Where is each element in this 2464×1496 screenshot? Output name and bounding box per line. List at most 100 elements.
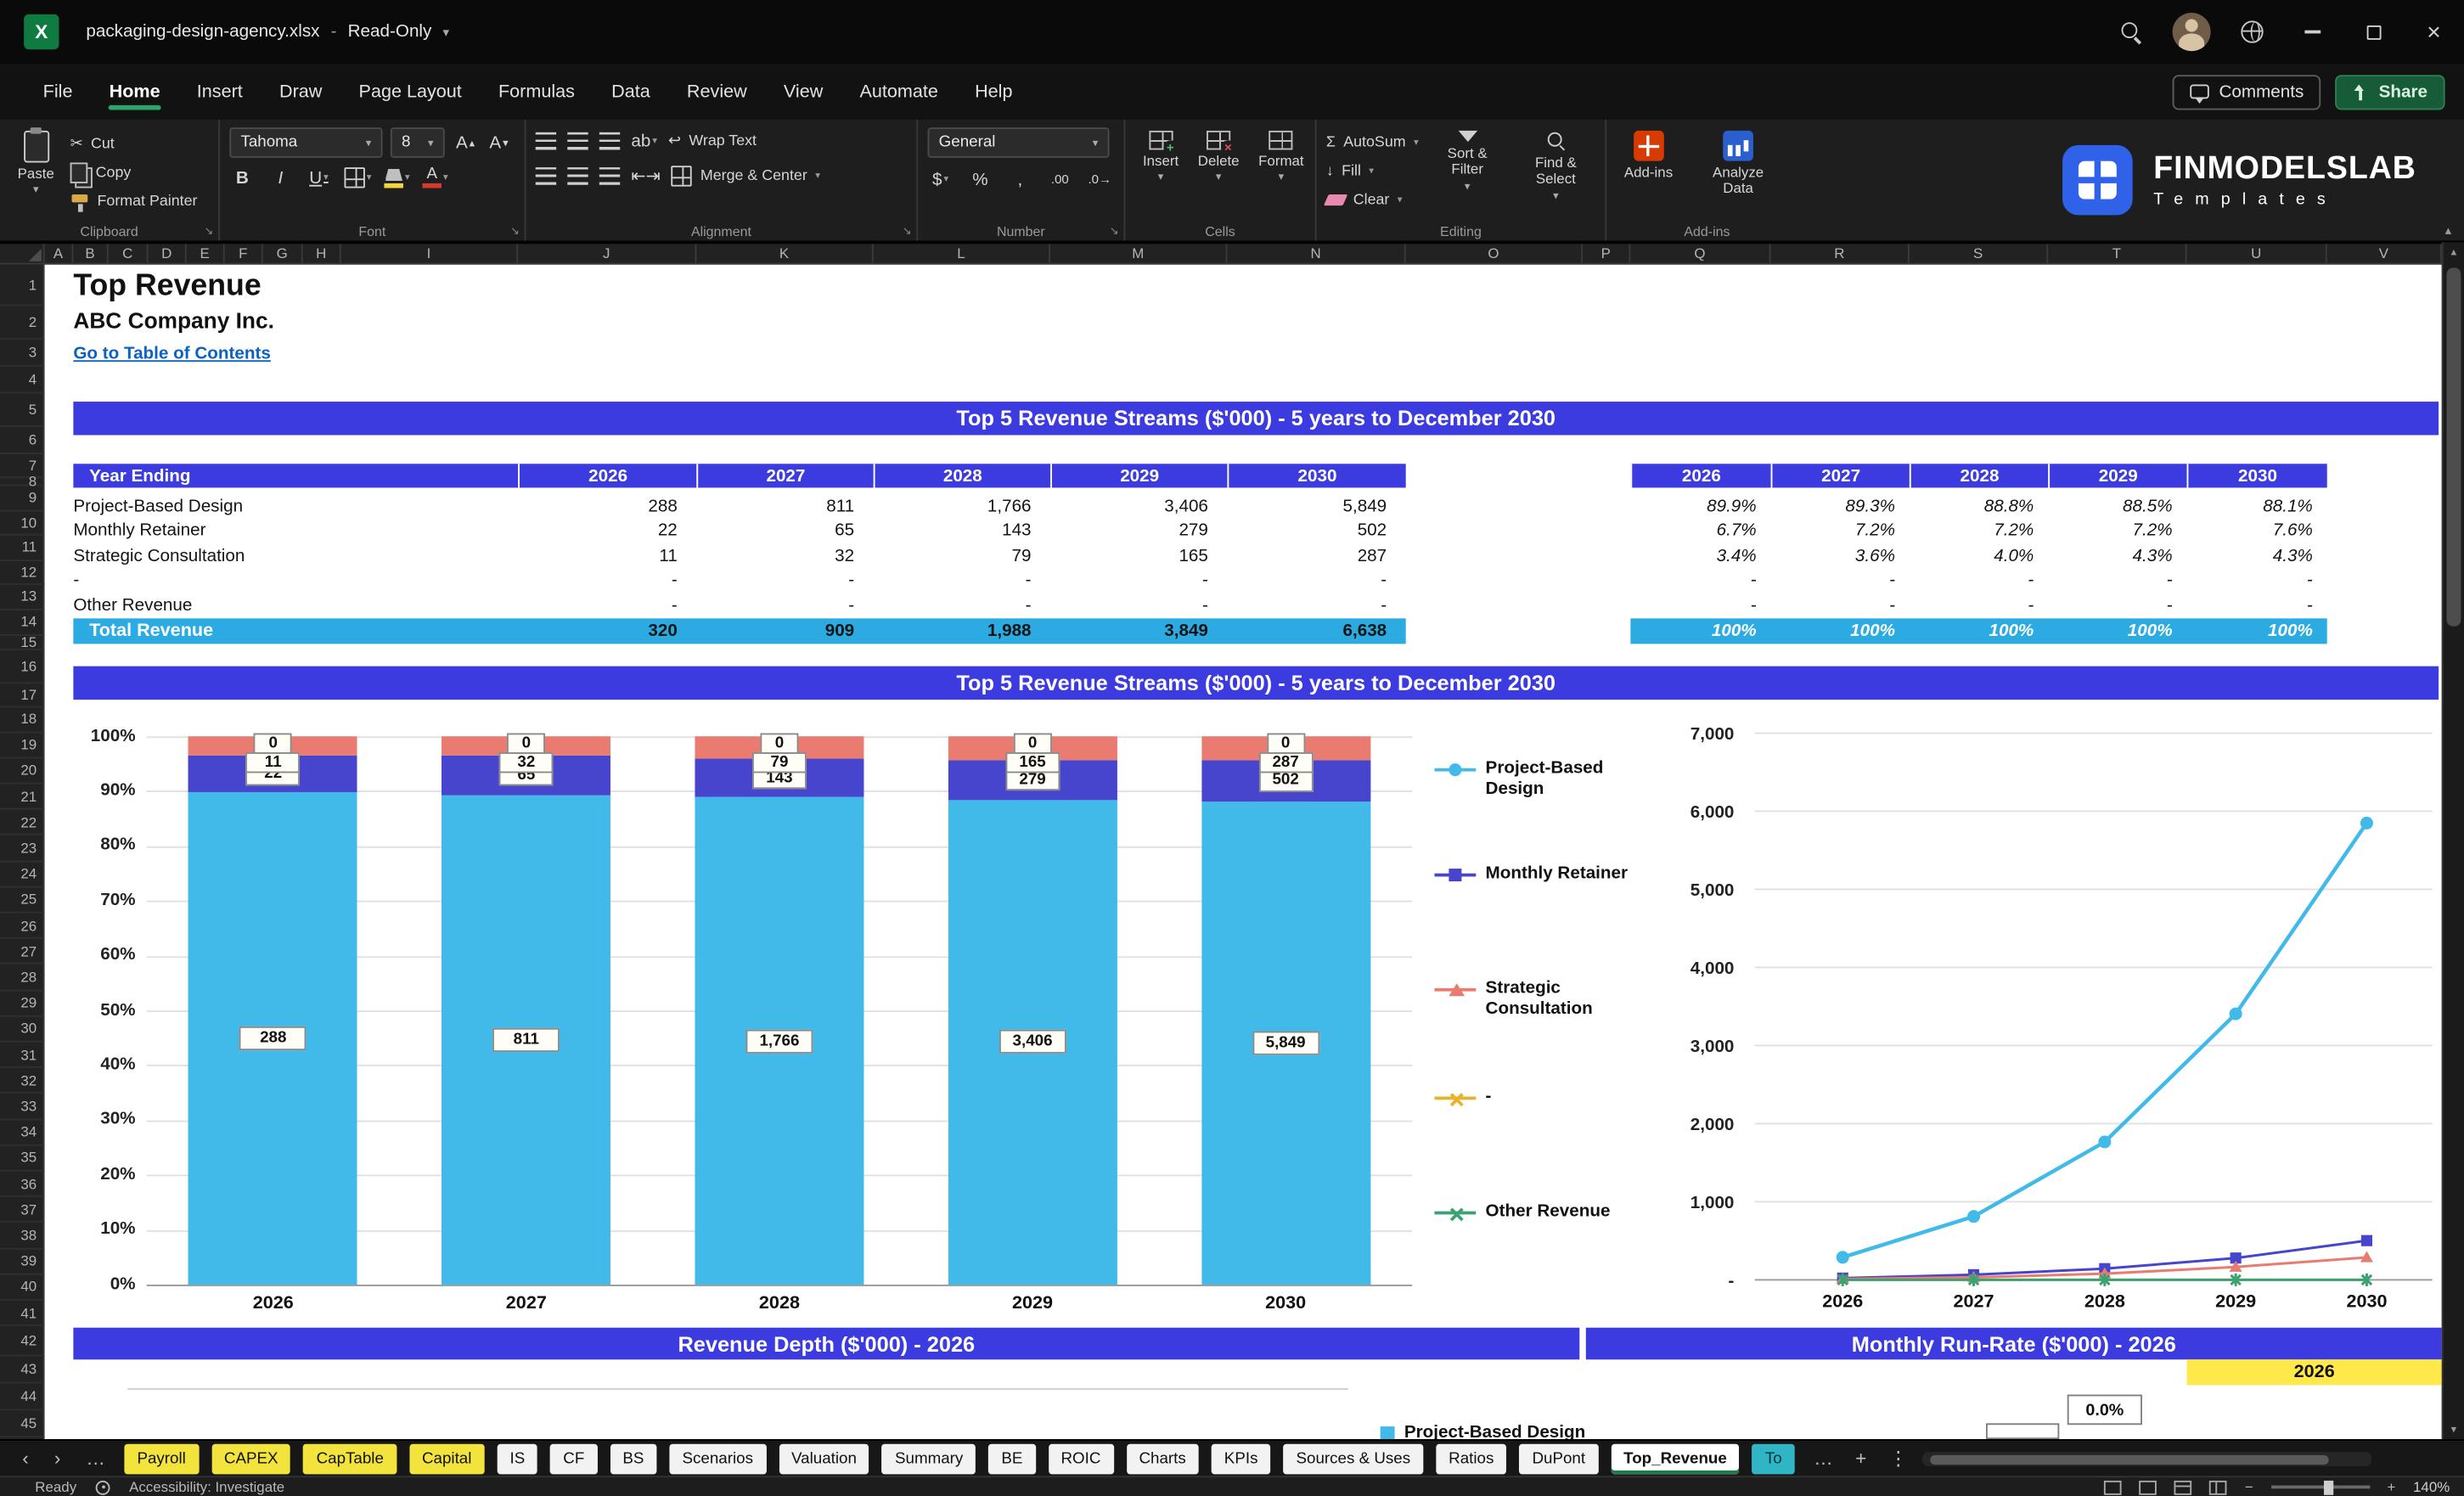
row-header-10[interactable]: 10	[0, 511, 45, 536]
add-sheet-button[interactable]: +	[1855, 1447, 1866, 1469]
column-header-E[interactable]: E	[187, 244, 225, 263]
column-header-F[interactable]: F	[225, 244, 263, 263]
table-pct-year-header-2028[interactable]: 2028	[1909, 464, 2049, 488]
comments-button[interactable]: Comments	[2173, 74, 2321, 110]
table-pct-year-header-2027[interactable]: 2027	[1770, 464, 1910, 488]
vertical-scrollbar-thumb[interactable]	[2446, 267, 2461, 627]
column-header-C[interactable]: C	[109, 244, 149, 263]
row-header-25[interactable]: 25	[0, 887, 45, 914]
table-pct-cell[interactable]: -	[2048, 568, 2186, 593]
table-pct-cell[interactable]: 89.3%	[1771, 494, 1910, 519]
row-header-2[interactable]: 2	[0, 306, 45, 340]
table-row-label[interactable]: Project-Based Design	[73, 494, 503, 519]
sheet-tab-is[interactable]: IS	[497, 1443, 538, 1474]
horizontal-scrollbar-thumb[interactable]	[1930, 1454, 2329, 1465]
bold-button[interactable]: B	[229, 164, 255, 191]
row-header-20[interactable]: 20	[0, 758, 45, 785]
share-button[interactable]: Share	[2335, 74, 2445, 110]
total-value-cell[interactable]: 909	[696, 617, 873, 643]
column-header-H[interactable]: H	[303, 244, 341, 263]
column-header-B[interactable]: B	[73, 244, 109, 263]
close-button[interactable]: ×	[2404, 0, 2464, 64]
table-value-cell[interactable]: 32	[696, 543, 873, 568]
copy-button[interactable]: Copy	[70, 160, 198, 187]
table-value-cell[interactable]: 79	[874, 543, 1050, 568]
table-value-cell[interactable]: -	[874, 568, 1050, 593]
table-value-cell[interactable]: -	[1227, 593, 1405, 617]
sheet-tab-top-revenue[interactable]: Top_Revenue	[1611, 1443, 1740, 1474]
page-break-view-icon[interactable]	[2209, 1479, 2228, 1494]
insert-cells-button[interactable]: + Insert ▾	[1135, 127, 1187, 188]
table-row-label[interactable]: Other Revenue	[73, 593, 503, 617]
decrease-font-button[interactable]: A ▾	[487, 129, 512, 156]
row-header-37[interactable]: 37	[0, 1197, 45, 1223]
sheet-tab-dupont[interactable]: DuPont	[1519, 1443, 1599, 1474]
zoom-in-button[interactable]: +	[2387, 1479, 2395, 1495]
row-header-12[interactable]: 12	[0, 560, 45, 585]
indent-buttons[interactable]: ⇤⇥	[631, 162, 661, 189]
sheet-tab-ratios[interactable]: Ratios	[1436, 1443, 1507, 1474]
zoom-level[interactable]: 140%	[2413, 1479, 2450, 1495]
sheet-tab-to[interactable]: To	[1752, 1443, 1795, 1474]
more-tabs-button[interactable]: …	[1814, 1447, 1833, 1469]
row-header-45[interactable]: 45	[0, 1411, 45, 1438]
table-value-cell[interactable]: 143	[874, 519, 1050, 543]
menu-tab-formulas[interactable]: Formulas	[481, 70, 592, 115]
row-header-28[interactable]: 28	[0, 965, 45, 992]
row-header-21[interactable]: 21	[0, 785, 45, 811]
table-pct-cell[interactable]: 7.2%	[2048, 519, 2186, 543]
table-value-cell[interactable]: 279	[1050, 519, 1227, 543]
align-middle-icon[interactable]	[567, 132, 588, 150]
column-header-S[interactable]: S	[1910, 244, 2049, 263]
column-header-Q[interactable]: Q	[1630, 244, 1771, 263]
zoom-slider[interactable]	[2270, 1479, 2370, 1494]
row-header-39[interactable]: 39	[0, 1249, 45, 1275]
excel-app-icon[interactable]: X	[24, 14, 59, 50]
table-row-label[interactable]: Monthly Retainer	[73, 519, 503, 543]
cut-button[interactable]: ✂ Cut	[70, 131, 198, 158]
clipboard-dialog-launcher[interactable]: ↘	[205, 225, 214, 238]
table-pct-cell[interactable]: 7.2%	[1771, 519, 1910, 543]
table-pct-cell[interactable]: 7.6%	[2187, 519, 2327, 543]
table-pct-cell[interactable]: 4.0%	[1910, 543, 2048, 568]
menu-tab-review[interactable]: Review	[669, 70, 764, 115]
presence-button[interactable]	[2222, 0, 2282, 64]
zoom-slider-thumb[interactable]	[2323, 1479, 2333, 1494]
sheet-tab-be[interactable]: BE	[988, 1443, 1036, 1474]
table-pct-cell[interactable]: 3.4%	[1630, 543, 1770, 568]
sort-filter-button[interactable]: Sort & Filter ▾	[1432, 127, 1504, 197]
italic-button[interactable]: I	[267, 164, 293, 191]
table-value-cell[interactable]: 288	[518, 494, 696, 519]
row-header-14[interactable]: 14	[0, 610, 45, 636]
paste-button[interactable]: Paste ▾	[9, 127, 62, 201]
row-header-36[interactable]: 36	[0, 1172, 45, 1198]
align-right-icon[interactable]	[599, 167, 621, 185]
analyze-data-button[interactable]: Analyze Data	[1696, 127, 1780, 200]
column-header-M[interactable]: M	[1050, 244, 1228, 263]
row-header-44[interactable]: 44	[0, 1384, 45, 1411]
row-header-4[interactable]: 4	[0, 367, 45, 394]
row-header-15[interactable]: 15	[0, 633, 45, 650]
document-title[interactable]: packaging-design-agency.xlsx - Read-Only…	[86, 22, 449, 42]
sheet-tab-capital[interactable]: Capital	[408, 1443, 485, 1474]
row-header-23[interactable]: 23	[0, 836, 45, 862]
prev-sheet-button[interactable]: ‹	[22, 1447, 29, 1469]
table-value-cell[interactable]: 5,849	[1227, 494, 1405, 519]
row-header-41[interactable]: 41	[0, 1301, 45, 1327]
row-header-1[interactable]: 1	[0, 265, 45, 307]
sheet-tab-captable[interactable]: CapTable	[303, 1443, 397, 1474]
format-painter-button[interactable]: Format Painter	[70, 188, 197, 216]
clear-button[interactable]: Clear ▾	[1323, 187, 1419, 214]
menu-tab-file[interactable]: File	[25, 70, 90, 115]
sheet-tab-charts[interactable]: Charts	[1126, 1443, 1199, 1474]
zoom-out-button[interactable]: −	[2245, 1479, 2253, 1495]
alignment-dialog-launcher[interactable]: ↘	[903, 225, 912, 238]
column-header-P[interactable]: P	[1583, 244, 1631, 263]
row-header-43[interactable]: 43	[0, 1357, 45, 1384]
font-color-button[interactable]: A ▾	[422, 164, 448, 191]
row-header-13[interactable]: 13	[0, 585, 45, 610]
table-pct-cell[interactable]: -	[1771, 568, 1910, 593]
row-header-11[interactable]: 11	[0, 536, 45, 560]
table-value-cell[interactable]: -	[874, 593, 1050, 617]
row-header-9[interactable]: 9	[0, 486, 45, 511]
